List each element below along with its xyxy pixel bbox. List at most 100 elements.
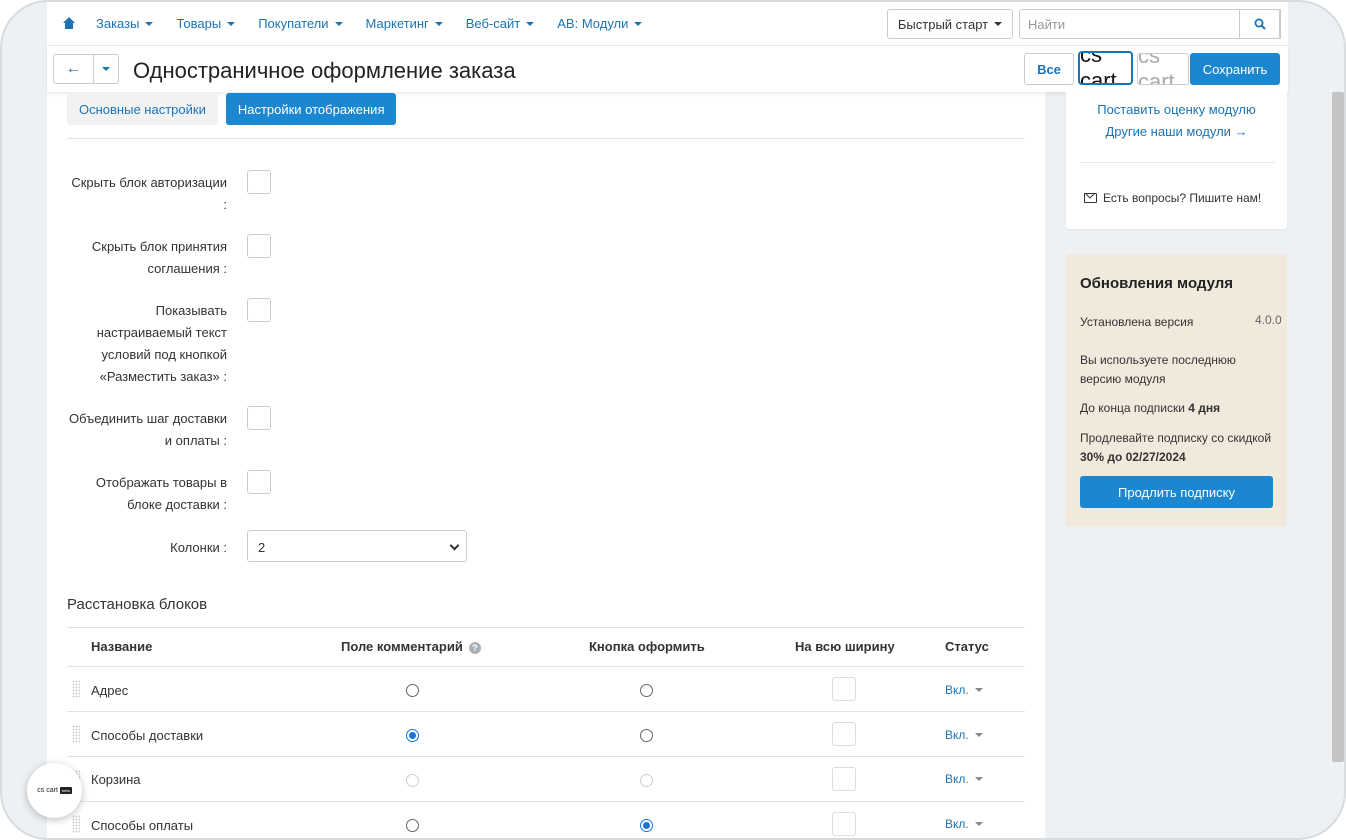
history-dropdown[interactable] [94, 55, 118, 83]
renew-subscription-button[interactable]: Продлить подписку [1080, 476, 1273, 508]
divider [67, 138, 1025, 139]
full-width-checkbox[interactable] [832, 722, 856, 746]
row-divider [67, 801, 1025, 802]
row-divider [67, 711, 1025, 712]
installed-version-value: 4.0.0 [1255, 313, 1282, 327]
status-label: Вкл. [945, 683, 969, 697]
table-divider [67, 627, 1025, 628]
status-label: Вкл. [945, 772, 969, 786]
menu-website-label: Веб-сайт [465, 16, 521, 31]
drag-handle-icon[interactable] [72, 725, 80, 743]
submit-radio[interactable] [640, 819, 653, 832]
submit-radio[interactable] [640, 729, 653, 742]
caret-down-icon [974, 733, 983, 737]
all-button[interactable]: Все [1024, 53, 1074, 85]
search-icon [1254, 18, 1266, 30]
home-icon[interactable] [62, 17, 76, 30]
tab-general-settings[interactable]: Основные настройки [67, 93, 218, 125]
caret-down-icon [102, 67, 110, 71]
settings-tabs: Основные настройки Настройки отображения [67, 93, 404, 125]
field-label: Скрыть блок авторизации : [71, 175, 227, 212]
block-name: Адрес [91, 683, 129, 698]
field-label: Объединить шаг доставки и оплаты : [68, 411, 227, 448]
show-products-checkbox[interactable] [247, 470, 271, 494]
menu-orders[interactable]: Заказы [96, 16, 154, 31]
caret-down-icon [227, 21, 236, 26]
caret-down-icon [434, 21, 443, 26]
status-dropdown[interactable]: Вкл. [945, 683, 983, 697]
columns-select[interactable]: 2 [247, 530, 467, 562]
comment-radio[interactable] [406, 729, 419, 742]
menu-ab-modules[interactable]: AB: Модули [557, 16, 643, 31]
block-name: Способы доставки [91, 728, 204, 743]
module-links-card: Поставить оценку модулю Другие наши моду… [1066, 92, 1287, 229]
save-button[interactable]: Сохранить [1190, 53, 1280, 85]
drag-handle-icon[interactable] [72, 815, 80, 833]
status-dropdown[interactable]: Вкл. [945, 772, 983, 786]
merge-steps-checkbox[interactable] [247, 406, 271, 430]
full-width-checkbox[interactable] [832, 767, 856, 791]
caret-down-icon [974, 822, 983, 826]
columns-value: 2 [258, 540, 266, 555]
full-width-checkbox[interactable] [832, 677, 856, 701]
subscription-days: 4 дня [1188, 401, 1221, 415]
field-label: Скрыть блок принятия соглашения : [91, 239, 227, 276]
rate-module-link[interactable]: Поставить оценку модулю [1066, 102, 1287, 117]
other-modules-link[interactable]: Другие наши модули → [1066, 124, 1287, 139]
cscart-floating-logo[interactable]: cs cart beta [27, 763, 82, 818]
th-status: Статус [945, 639, 989, 654]
page-title: Одностраничное оформление заказа [133, 58, 516, 83]
menu-marketing-label: Маркетинг [365, 16, 429, 31]
show-terms-checkbox[interactable] [247, 298, 271, 322]
search-button[interactable] [1239, 9, 1280, 39]
menu-products[interactable]: Товары [176, 16, 236, 31]
hide-agreement-checkbox[interactable] [247, 234, 271, 258]
back-arrow-icon[interactable]: ← [54, 55, 94, 83]
menu-customers-label: Покупатели [258, 16, 329, 31]
help-icon[interactable]: ? [468, 642, 481, 654]
status-dropdown[interactable]: Вкл. [945, 728, 983, 742]
block-name: Способы оплаты [91, 818, 194, 833]
installed-version-label: Установлена версия [1080, 315, 1194, 329]
th-full-width: На всю ширину [795, 639, 895, 654]
menu-website[interactable]: Веб-сайт [465, 16, 535, 31]
updates-title: Обновления модуля [1080, 275, 1234, 292]
full-width-checkbox[interactable] [832, 812, 856, 836]
scrollbar[interactable] [1332, 92, 1344, 762]
renew-prefix: Продлевайте подписку со скидкой [1080, 431, 1272, 445]
cscart-logo-button-secondary[interactable]: cs cart [1137, 53, 1189, 85]
tab-display-settings[interactable]: Настройки отображения [225, 93, 397, 125]
contact-label: Есть вопросы? Пишите нам! [1103, 191, 1262, 205]
field-label: Показывать настраиваемый текст условий п… [96, 303, 227, 384]
submit-radio [640, 774, 653, 787]
th-name: Название [91, 639, 153, 654]
th-comment: Поле комментарий? [341, 639, 481, 654]
row-divider [67, 756, 1025, 757]
status-dropdown[interactable]: Вкл. [945, 817, 983, 831]
comment-radio [406, 774, 419, 787]
quick-start-button[interactable]: Быстрый старт [887, 9, 1013, 39]
th-submit: Кнопка оформить [589, 639, 705, 654]
menu-marketing[interactable]: Маркетинг [366, 16, 443, 31]
float-logo-text: cs cart [37, 787, 58, 794]
th-comment-label: Поле комментарий [341, 639, 463, 654]
latest-version-message: Вы используете последнюю версию модуля [1080, 353, 1236, 386]
comment-radio[interactable] [406, 684, 419, 697]
app-frame: Заказы Товары Покупатели Маркетинг Веб-с… [0, 0, 1346, 840]
submit-radio[interactable] [640, 684, 653, 697]
drag-handle-icon[interactable] [72, 680, 80, 698]
cscart-logo-button[interactable]: cs cart [1078, 51, 1133, 85]
hide-auth-checkbox[interactable] [247, 170, 271, 194]
chevron-down-icon [449, 540, 460, 551]
field-label: Колонки : [170, 540, 227, 555]
subscription-prefix: До конца подписки [1080, 401, 1189, 415]
menu-customers[interactable]: Покупатели [258, 16, 343, 31]
mail-icon [1084, 193, 1097, 203]
contact-link[interactable]: Есть вопросы? Пишите нам! [1084, 191, 1261, 205]
comment-radio[interactable] [406, 819, 419, 832]
divider [1080, 162, 1275, 163]
title-bar: ← Одностраничное оформление заказа Все c… [47, 46, 1288, 92]
caret-down-icon [974, 777, 983, 781]
block-name: Корзина [91, 772, 141, 787]
status-label: Вкл. [945, 817, 969, 831]
